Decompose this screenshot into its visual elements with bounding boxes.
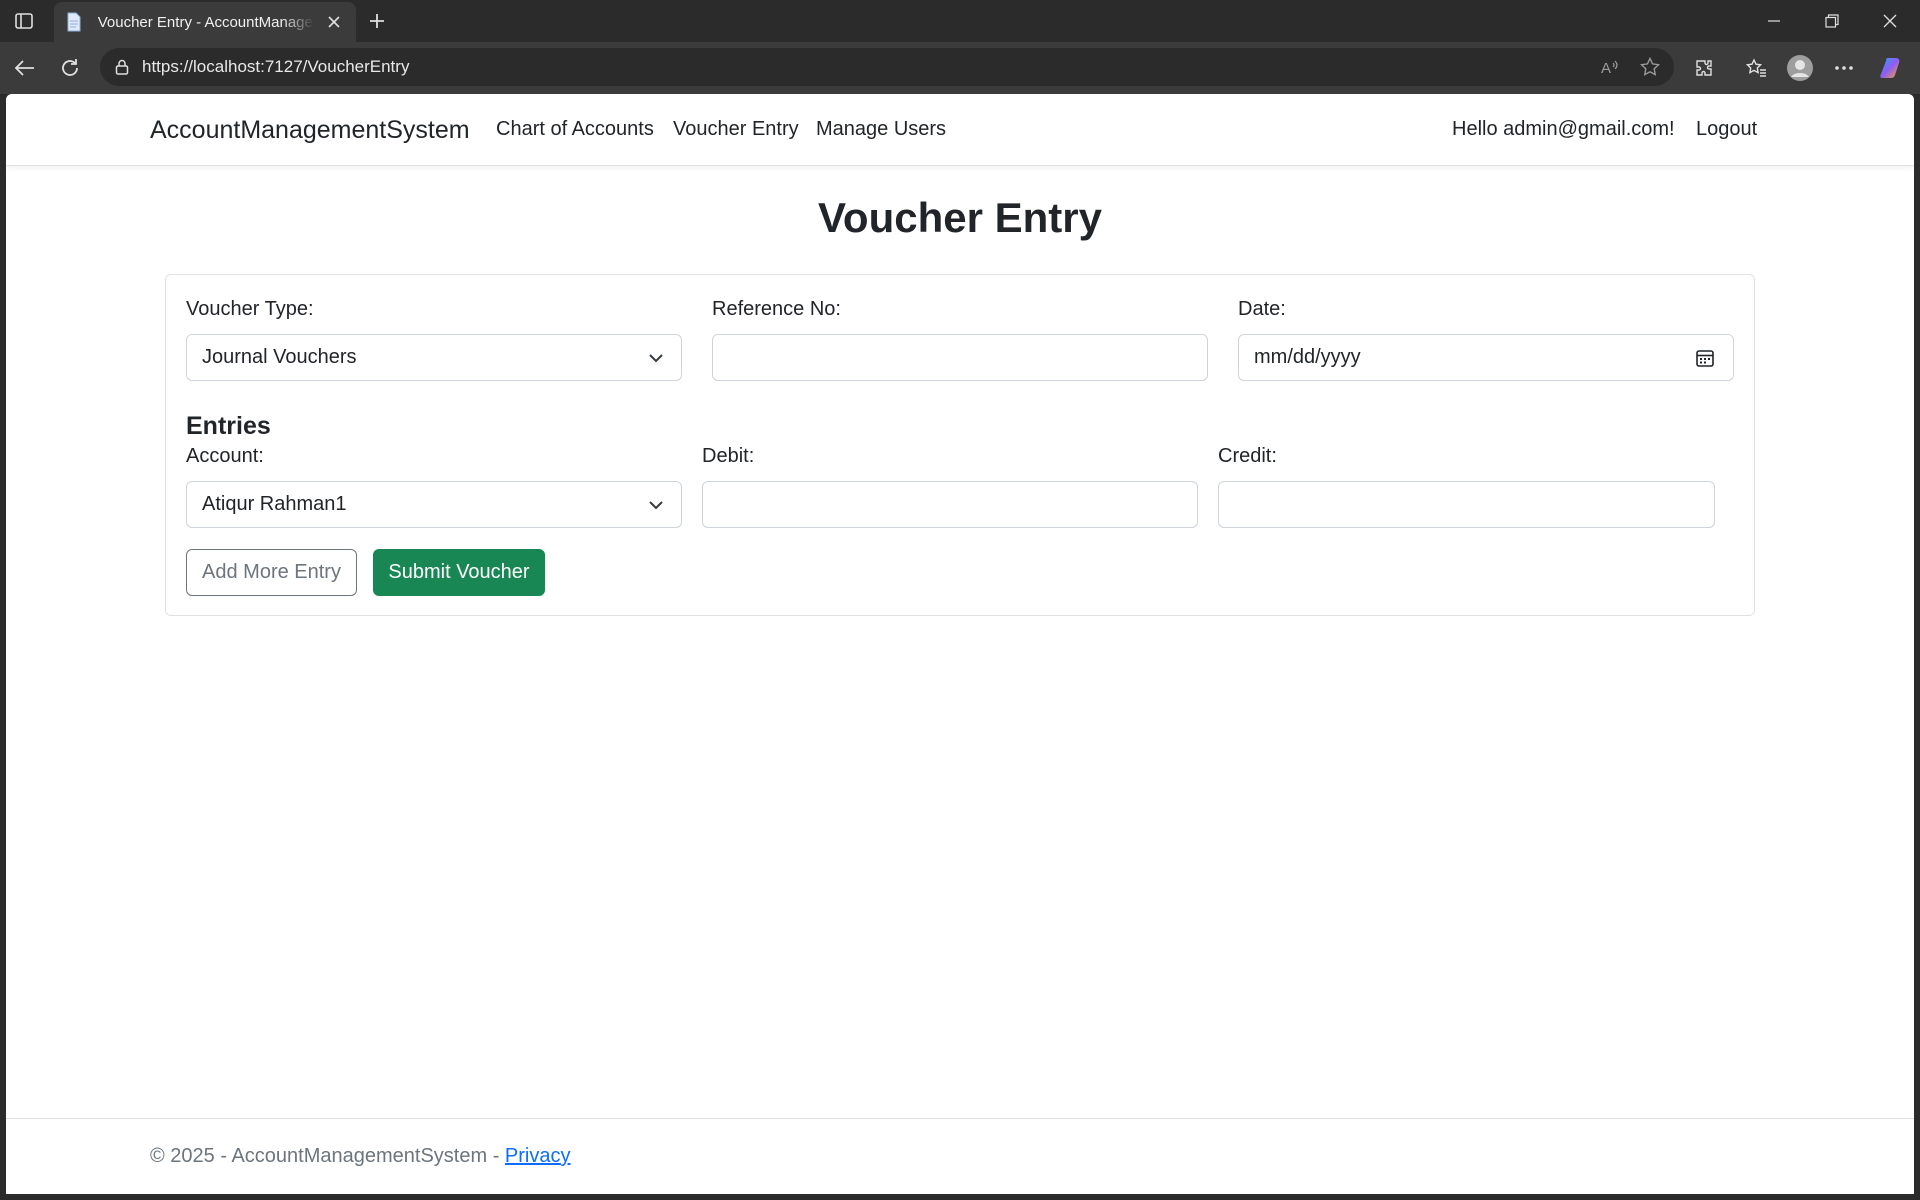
reference-no-input[interactable] <box>712 334 1208 381</box>
favorites-icon[interactable] <box>1740 52 1772 84</box>
credit-label: Credit: <box>1218 445 1277 467</box>
account-select[interactable]: Atiqur Rahman1 <box>186 481 682 528</box>
voucher-type-value: Journal Vouchers <box>202 346 357 368</box>
top-navbar: AccountManagementSystem Chart of Account… <box>6 94 1914 166</box>
brand-link[interactable]: AccountManagementSystem <box>150 116 470 145</box>
new-tab-icon[interactable] <box>362 8 392 34</box>
privacy-link[interactable]: Privacy <box>505 1145 571 1167</box>
account-value: Atiqur Rahman1 <box>202 493 347 515</box>
extensions-icon[interactable] <box>1688 52 1720 84</box>
site-info-lock-icon[interactable] <box>112 57 132 77</box>
footer-text: © 2025 - AccountManagementSystem - Priva… <box>150 1145 571 1168</box>
logout-link[interactable]: Logout <box>1696 118 1757 141</box>
credit-input[interactable] <box>1218 481 1715 528</box>
browser-tab-active[interactable]: Voucher Entry - AccountManagementSystem <box>54 2 356 42</box>
svg-text:A: A <box>1601 60 1611 76</box>
back-arrow-icon[interactable] <box>8 52 40 84</box>
nav-voucher-entry[interactable]: Voucher Entry <box>673 118 799 141</box>
page-footer: © 2025 - AccountManagementSystem - Priva… <box>6 1118 1914 1194</box>
nav-chart-of-accounts[interactable]: Chart of Accounts <box>496 118 654 141</box>
account-label: Account: <box>186 445 264 467</box>
favorite-star-icon[interactable] <box>1634 51 1666 83</box>
close-tab-icon[interactable] <box>324 12 344 32</box>
close-window-icon[interactable] <box>1862 0 1918 42</box>
footer-copyright: © 2025 - AccountManagementSystem - <box>150 1145 505 1167</box>
profile-avatar-icon[interactable] <box>1784 52 1816 84</box>
reference-no-label: Reference No: <box>712 298 841 320</box>
tab-actions-icon[interactable] <box>10 8 38 34</box>
browser-toolbar: https://localhost:7127/VoucherEntry A <box>0 42 1920 94</box>
user-greeting-link[interactable]: Hello admin@gmail.com! <box>1452 118 1675 141</box>
voucher-type-label: Voucher Type: <box>186 298 314 320</box>
tab-title: Voucher Entry - AccountManagementSystem <box>97 13 315 31</box>
address-bar[interactable]: https://localhost:7127/VoucherEntry A <box>100 48 1674 86</box>
date-placeholder: mm/dd/yyyy <box>1254 346 1361 368</box>
add-more-entry-button[interactable]: Add More Entry <box>186 549 357 596</box>
nav-manage-users[interactable]: Manage Users <box>816 118 946 141</box>
submit-voucher-button[interactable]: Submit Voucher <box>373 549 545 596</box>
date-label: Date: <box>1238 298 1286 320</box>
calendar-icon[interactable] <box>1695 348 1715 368</box>
restore-icon[interactable] <box>1804 0 1860 42</box>
minimize-icon[interactable] <box>1746 0 1802 42</box>
page-favicon-icon <box>66 12 84 32</box>
page-viewport: AccountManagementSystem Chart of Account… <box>6 94 1914 1194</box>
chevron-down-icon <box>649 354 663 363</box>
chevron-down-icon <box>649 501 663 510</box>
voucher-type-select[interactable]: Journal Vouchers <box>186 334 682 381</box>
debit-input[interactable] <box>702 481 1198 528</box>
read-aloud-icon[interactable]: A <box>1594 51 1626 83</box>
date-input[interactable]: mm/dd/yyyy <box>1238 334 1734 381</box>
more-options-icon[interactable] <box>1828 52 1860 84</box>
entries-heading: Entries <box>186 412 271 440</box>
page-title: Voucher Entry <box>818 194 1102 241</box>
copilot-icon[interactable] <box>1876 52 1908 84</box>
debit-label: Debit: <box>702 445 755 467</box>
url-text: https://localhost:7127/VoucherEntry <box>142 57 410 76</box>
reload-icon[interactable] <box>54 52 86 84</box>
browser-tab-bar: Voucher Entry - AccountManagementSystem <box>0 0 1920 42</box>
